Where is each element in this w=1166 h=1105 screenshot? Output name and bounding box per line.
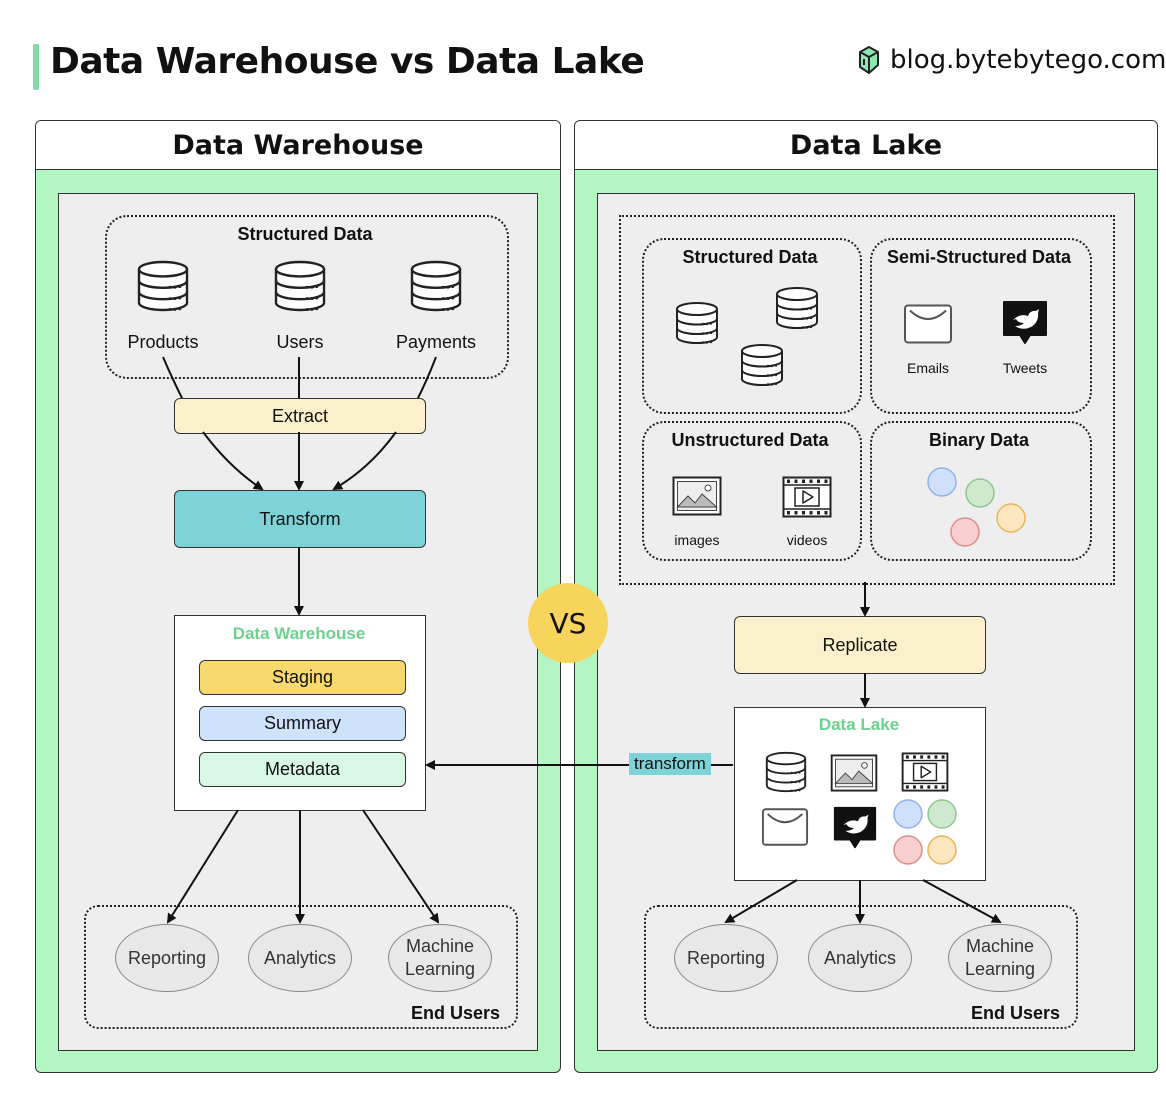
- arrow-extract-transform-left: [202, 431, 264, 491]
- vs-badge: VS: [528, 583, 608, 663]
- arrow-lake-reporting: [724, 879, 798, 924]
- arrow-extract-transform-right: [332, 431, 397, 491]
- connector-products-extract: [162, 356, 183, 399]
- diagram-stage: Data Warehouse vs Data Lake blog.bytebyt…: [0, 0, 1166, 1105]
- transform-tag: transform: [629, 753, 711, 775]
- arrow-lake-ml: [922, 879, 1002, 923]
- arrow-warehouse-reporting: [166, 809, 239, 924]
- connector-arrows: [162, 356, 1002, 924]
- connector-payments-extract: [417, 356, 437, 399]
- arrow-warehouse-ml: [362, 809, 440, 924]
